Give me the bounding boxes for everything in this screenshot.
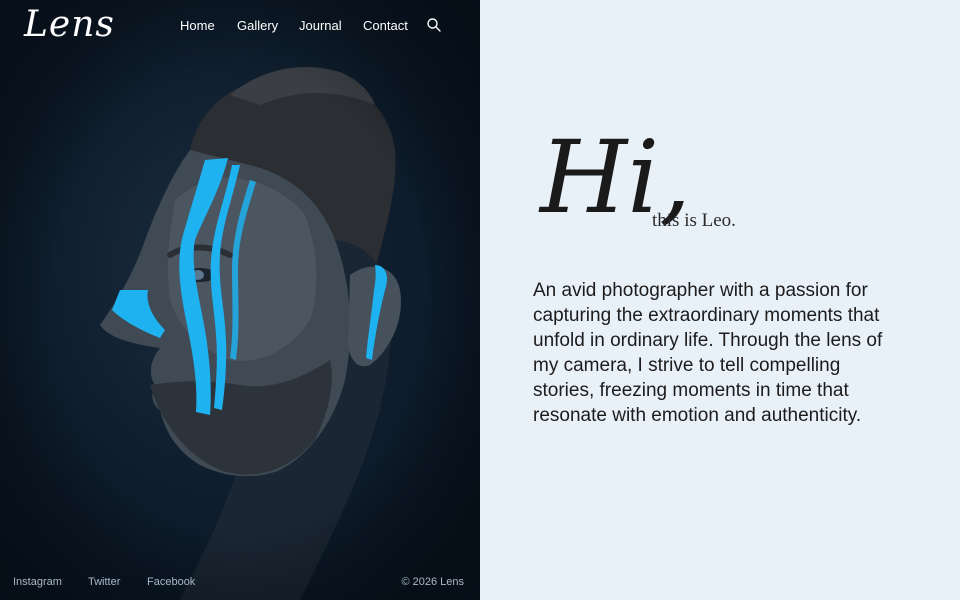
copyright-text: © 2026 Lens bbox=[401, 576, 464, 588]
footer-link-twitter[interactable]: Twitter bbox=[88, 576, 120, 588]
footer-link-facebook[interactable]: Facebook bbox=[147, 576, 195, 588]
footer-link-instagram[interactable]: Instagram bbox=[13, 576, 62, 588]
bio-paragraph: An avid photographer with a passion for … bbox=[533, 280, 883, 426]
nav-item-home[interactable]: Home bbox=[180, 18, 215, 33]
greeting-subtitle: this is Leo. bbox=[652, 210, 736, 231]
photo-panel: Lens Home Gallery Journal Contact Instag… bbox=[0, 0, 480, 600]
nav-item-gallery[interactable]: Gallery bbox=[237, 18, 278, 33]
footer: Instagram Twitter Facebook © 2026 Lens bbox=[0, 576, 480, 590]
nav-item-journal[interactable]: Journal bbox=[299, 18, 342, 33]
nav-item-contact[interactable]: Contact bbox=[363, 18, 408, 33]
main-nav: Home Gallery Journal Contact bbox=[0, 18, 480, 38]
portrait-image bbox=[0, 0, 480, 600]
intro-panel: Hi, this is Leo. An avid photographer wi… bbox=[480, 0, 960, 600]
search-icon[interactable] bbox=[426, 17, 442, 33]
